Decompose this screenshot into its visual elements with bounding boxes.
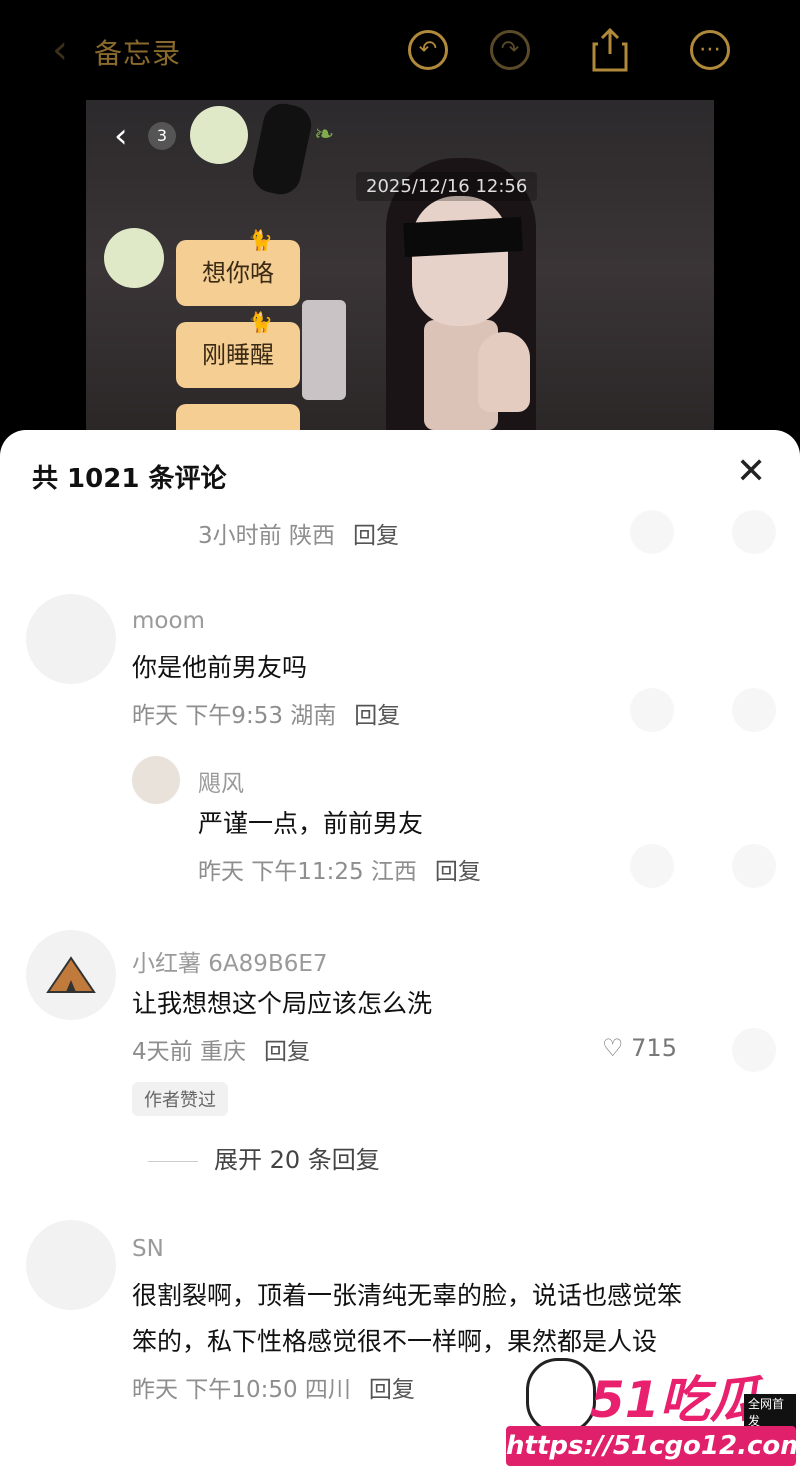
comment-meta: 4天前 重庆 回复 (132, 1032, 310, 1066)
comments-count-title: 共 1021 条评论 (32, 464, 227, 494)
photo-person-hand (478, 332, 530, 412)
like-icon[interactable] (630, 510, 674, 554)
cat-sticker-icon: 🐈 (248, 310, 273, 334)
chat-bubble: 想你咯 (176, 240, 300, 306)
share-icon[interactable] (592, 26, 628, 72)
watermark-tag: 全网首发 (744, 1394, 796, 1430)
watermark: 51吃瓜 全网首发 https://51cgo12.com (506, 1358, 800, 1478)
comment-text: 严谨一点，前前男友 (198, 809, 424, 838)
avatar[interactable] (132, 756, 180, 804)
chat-back-icon: ‹ (114, 116, 128, 156)
reply-button[interactable]: 回复 (354, 703, 400, 729)
comment-time-location: 昨天 下午10:50 四川 (132, 1377, 351, 1403)
avatar[interactable] (26, 930, 116, 1020)
like-icon[interactable] (630, 844, 674, 888)
photo-person-face (412, 196, 508, 326)
chat-screenshot-image: ‹ 3 ❧ 2025/12/16 12:56 想你咯 🐈 刚睡醒 🐈 (86, 100, 714, 440)
tent-icon (46, 956, 96, 993)
comment-time-location: 昨天 下午9:53 湖南 (132, 703, 337, 729)
more-icon[interactable]: ⋯ (690, 30, 730, 70)
divider (148, 1160, 198, 1162)
comment-meta: 昨天 下午11:25 江西 回复 (198, 852, 481, 886)
like-button[interactable]: ♡ 715 (602, 1034, 677, 1062)
comment-username[interactable]: 小红薯 6A89B6E7 (132, 944, 328, 978)
censor-bar (403, 216, 523, 258)
blurred-phone (302, 300, 346, 400)
reply-button[interactable]: 回复 (353, 523, 399, 549)
leaf-icon: ❧ (314, 120, 335, 148)
dislike-icon[interactable] (732, 688, 776, 732)
undo-icon[interactable]: ↶ (408, 30, 448, 70)
chat-timestamp: 2025/12/16 12:56 (356, 172, 538, 201)
comment-meta: 3小时前 陕西 回复 (198, 516, 399, 550)
reply-button[interactable]: 回复 (435, 859, 481, 885)
close-icon[interactable]: ✕ (736, 454, 766, 490)
dislike-icon[interactable] (732, 510, 776, 554)
chat-avatar (190, 106, 248, 164)
reply-button[interactable]: 回复 (264, 1039, 310, 1065)
heart-icon: ♡ (602, 1034, 624, 1062)
author-liked-tag: 作者赞过 (132, 1082, 228, 1116)
avatar[interactable] (26, 594, 116, 684)
comment-username[interactable]: moom (132, 608, 205, 634)
comment-username[interactable]: SN (132, 1236, 164, 1262)
dislike-icon[interactable] (732, 1028, 776, 1072)
redo-icon[interactable]: ↷ (490, 30, 530, 70)
cat-sticker-icon: 🐈 (248, 228, 273, 252)
message-avatar (104, 228, 164, 288)
comment-time-location: 3小时前 陕西 (198, 523, 335, 549)
watermark-url: https://51cgo12.com (506, 1426, 800, 1466)
comment-text-line: 很割裂啊，顶着一张清纯无辜的脸，说话也感觉笨 (132, 1281, 683, 1310)
comment-time-location: 4天前 重庆 (132, 1039, 246, 1065)
chat-bubble: 刚睡醒 (176, 322, 300, 388)
expand-replies-label: 展开 20 条回复 (214, 1146, 380, 1174)
mascot-icon (526, 1358, 596, 1434)
comment-text: 让我想想这个局应该怎么洗 (132, 989, 433, 1018)
app-title: 备忘录 (94, 37, 182, 70)
like-count: 715 (631, 1034, 677, 1062)
comment-time-location: 昨天 下午11:25 江西 (198, 859, 417, 885)
redaction-scribble (249, 100, 315, 199)
like-icon[interactable] (630, 688, 674, 732)
comment-text: 你是他前男友吗 (132, 653, 308, 682)
comment-meta: 昨天 下午10:50 四川 回复 (132, 1370, 415, 1404)
back-chevron-icon[interactable]: ‹ (52, 30, 68, 70)
reply-button[interactable]: 回复 (369, 1377, 415, 1403)
comment-username[interactable]: 飓风 (198, 764, 244, 798)
dislike-icon[interactable] (732, 844, 776, 888)
avatar[interactable] (26, 1220, 116, 1310)
unread-badge: 3 (148, 122, 176, 150)
memo-toolbar: ‹ 备忘录 ↶ ↷ ⋯ (0, 0, 800, 100)
comment-meta: 昨天 下午9:53 湖南 回复 (132, 696, 400, 730)
expand-replies-button[interactable]: 展开 20 条回复 (148, 1140, 380, 1175)
watermark-logo: 51吃瓜 (590, 1371, 760, 1429)
comments-sheet: 共 1021 条评论 ✕ 3小时前 陕西 回复 moom 你是他前男友吗 昨天 下… (0, 430, 800, 1478)
